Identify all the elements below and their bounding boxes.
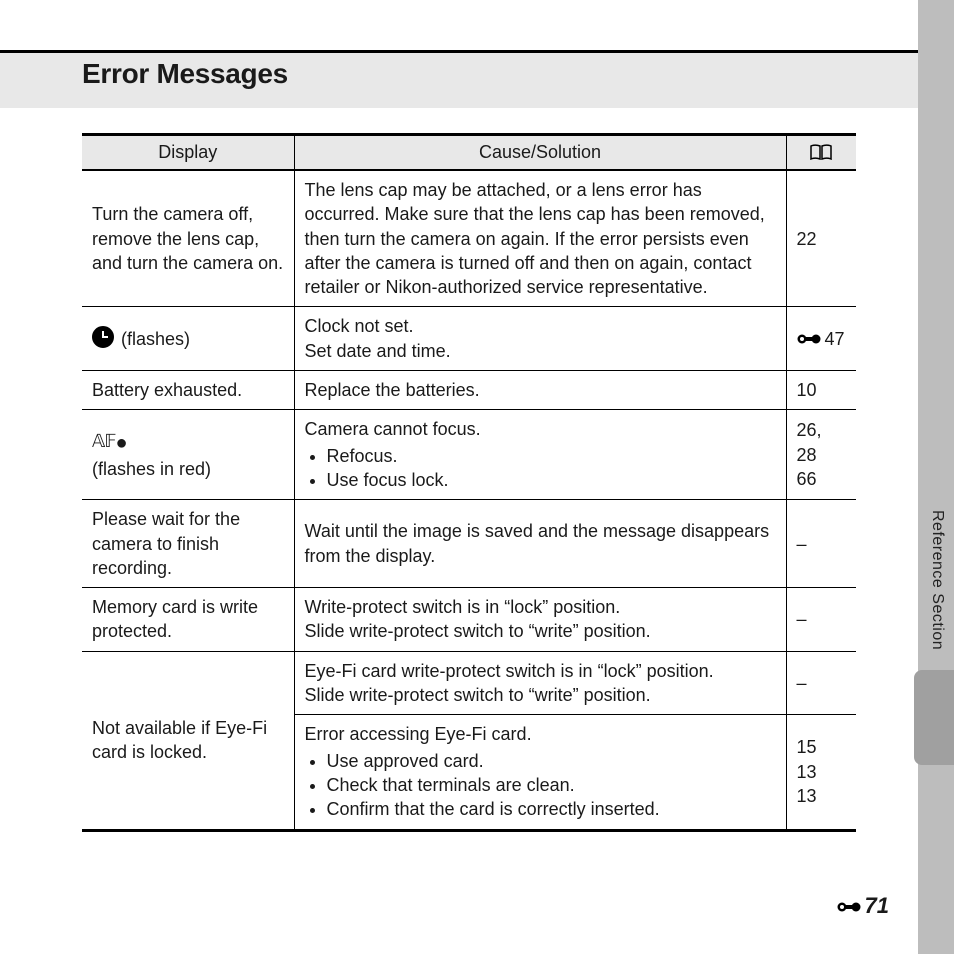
display-cell: 𝔸𝔽●(flashes in red) xyxy=(82,410,294,500)
list-item: Refocus. xyxy=(327,444,776,468)
record-dot-icon: ● xyxy=(115,432,127,454)
table-row: Memory card is write protected.Write-pro… xyxy=(82,588,856,652)
knob-icon xyxy=(797,327,821,351)
clock-icon xyxy=(92,326,114,348)
reference-cell: – xyxy=(786,588,856,652)
list-item: Use focus lock. xyxy=(327,468,776,492)
section-thumb-tab xyxy=(914,670,954,765)
reference-cell: 10 xyxy=(786,371,856,410)
reference-cell: – xyxy=(786,500,856,588)
table-header-display: Display xyxy=(82,135,294,171)
page-title: Error Messages xyxy=(82,58,288,90)
list-item: Use approved card. xyxy=(327,749,776,773)
cause-cell: Wait until the image is saved and the me… xyxy=(294,500,786,588)
cause-bullet-list: Refocus.Use focus lock. xyxy=(305,444,776,493)
reference-cell: – xyxy=(786,651,856,715)
cause-cell: Write-protect switch is in “lock” positi… xyxy=(294,588,786,652)
reference-cell: 26, 2866 xyxy=(786,410,856,500)
cause-cell: Error accessing Eye-Fi card.Use approved… xyxy=(294,715,786,829)
knob-icon xyxy=(837,893,861,919)
page-number: 71 xyxy=(837,893,889,919)
table-row: Battery exhausted.Replace the batteries.… xyxy=(82,371,856,410)
display-cell: (flashes) xyxy=(82,307,294,371)
table-row: 𝔸𝔽●(flashes in red)Camera cannot focus.R… xyxy=(82,410,856,500)
table-bottom-rule xyxy=(82,829,856,832)
display-cell: Please wait for the camera to finish rec… xyxy=(82,500,294,588)
display-cell: Battery exhausted. xyxy=(82,371,294,410)
display-cell: Memory card is write protected. xyxy=(82,588,294,652)
list-item: Confirm that the card is correctly inser… xyxy=(327,797,776,821)
cause-cell: Clock not set.Set date and time. xyxy=(294,307,786,371)
cause-cell: Replace the batteries. xyxy=(294,371,786,410)
table-row: Not available if Eye-Fi card is locked.E… xyxy=(82,651,856,715)
display-cell: Turn the camera off, remove the lens cap… xyxy=(82,170,294,307)
cause-bullet-list: Use approved card.Check that terminals a… xyxy=(305,749,776,822)
cause-cell: The lens cap may be attached, or a lens … xyxy=(294,170,786,307)
table-row: Please wait for the camera to finish rec… xyxy=(82,500,856,588)
reference-cell: 47 xyxy=(786,307,856,371)
reference-cell: 151313 xyxy=(786,715,856,829)
book-icon xyxy=(810,142,832,163)
page-right-grey-band xyxy=(918,0,954,954)
display-cell: Not available if Eye-Fi card is locked. xyxy=(82,651,294,828)
cause-cell: Camera cannot focus.Refocus.Use focus lo… xyxy=(294,410,786,500)
error-messages-table: Display Cause/Solution Turn the camera o… xyxy=(82,133,856,829)
cause-cell: Eye-Fi card write-protect switch is in “… xyxy=(294,651,786,715)
error-messages-tbody: Turn the camera off, remove the lens cap… xyxy=(82,170,856,829)
table-row: Turn the camera off, remove the lens cap… xyxy=(82,170,856,307)
table-header-cause: Cause/Solution xyxy=(294,135,786,171)
list-item: Check that terminals are clean. xyxy=(327,773,776,797)
af-icon: 𝔸𝔽 xyxy=(92,431,115,451)
reference-cell: 22 xyxy=(786,170,856,307)
table-header-reference xyxy=(786,135,856,171)
error-messages-table-wrapper: Display Cause/Solution Turn the camera o… xyxy=(82,133,856,832)
table-row: (flashes)Clock not set.Set date and time… xyxy=(82,307,856,371)
section-side-label: Reference Section xyxy=(928,510,946,650)
